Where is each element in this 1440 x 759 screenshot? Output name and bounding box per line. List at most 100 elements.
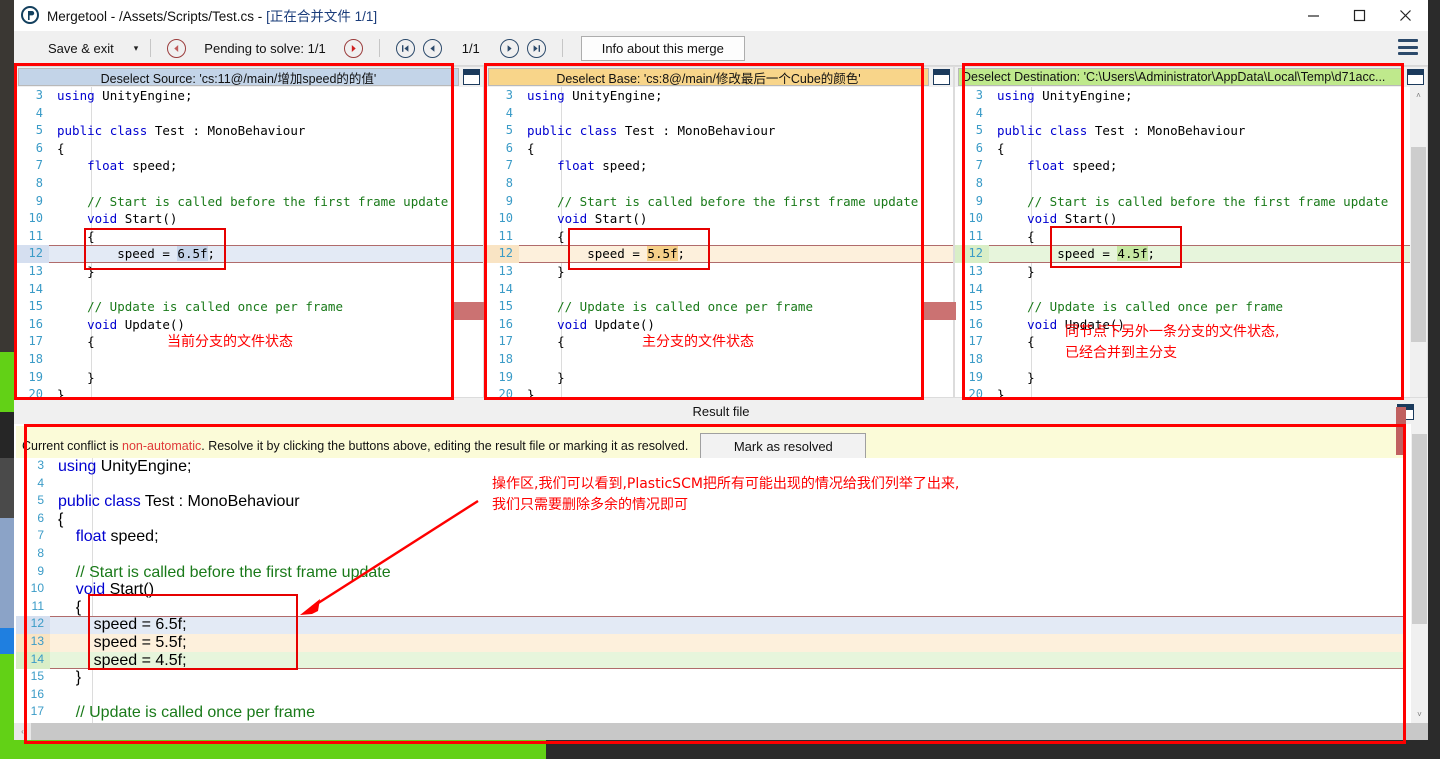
line-number: 13 <box>968 263 983 278</box>
code-line[interactable]: 19 } <box>485 369 953 387</box>
code-line[interactable]: 11 { <box>15 228 483 246</box>
scrollbar-thumb[interactable] <box>1411 147 1426 342</box>
line-number: 19 <box>28 369 43 384</box>
deselect-source-button[interactable]: Deselect Source: 'cs:11@/main/增加speed的的值… <box>18 68 459 86</box>
code-line[interactable]: 18 <box>15 351 483 369</box>
code-line[interactable]: 13 } <box>485 263 953 281</box>
code-line[interactable]: 19 } <box>15 369 483 387</box>
line-text: { <box>997 228 1035 244</box>
result-vertical-scrollbar[interactable]: ˅ <box>1411 424 1428 723</box>
code-line[interactable]: 14 <box>15 281 483 299</box>
code-line[interactable]: 14 speed = 4.5f; <box>16 651 1406 670</box>
code-line[interactable]: 14 <box>485 281 953 299</box>
code-line[interactable]: 4 <box>15 105 483 123</box>
code-line[interactable]: 20} <box>15 386 483 397</box>
scrollbar-thumb[interactable] <box>1412 434 1427 624</box>
code-line[interactable]: 4 <box>955 105 1427 123</box>
maximize-button[interactable] <box>1336 0 1382 31</box>
code-line[interactable]: 10 void Start() <box>16 581 1406 599</box>
code-line[interactable]: 9 // Start is called before the first fr… <box>955 193 1427 211</box>
code-line[interactable]: 16 void Update() <box>485 316 953 334</box>
last-file-icon[interactable] <box>526 38 546 58</box>
close-button[interactable] <box>1382 0 1428 31</box>
line-number: 14 <box>28 281 43 296</box>
code-line[interactable]: 8 <box>485 175 953 193</box>
window-controls <box>1290 0 1428 31</box>
maximize-pane-icon[interactable] <box>463 69 480 85</box>
code-line[interactable]: 11 { <box>485 228 953 246</box>
mark-as-resolved-button[interactable]: Mark as resolved <box>700 433 867 459</box>
line-text: } <box>997 369 1035 385</box>
code-line[interactable]: 3 using UnityEngine; <box>485 87 953 105</box>
code-line[interactable]: 3 using UnityEngine; <box>16 458 1406 476</box>
code-line[interactable]: 11 { <box>955 228 1427 246</box>
code-line[interactable]: 15 } <box>16 669 1406 687</box>
code-line[interactable]: 20} <box>955 386 1427 397</box>
code-line[interactable]: 6{ <box>955 140 1427 158</box>
code-line[interactable]: 12 speed = 6.5f; <box>16 616 1406 634</box>
scroll-up-arrow-icon[interactable]: ˄ <box>1410 87 1427 104</box>
scroll-left-arrow-icon[interactable]: ‹ <box>14 723 31 740</box>
code-line[interactable]: 18 <box>485 351 953 369</box>
code-line[interactable]: 20} <box>485 386 953 397</box>
code-line[interactable]: 7 float speed; <box>15 157 483 175</box>
code-line[interactable]: 16 void Update() <box>15 316 483 334</box>
prev-file-icon[interactable] <box>422 38 442 58</box>
minimize-button[interactable] <box>1290 0 1336 31</box>
deselect-base-button[interactable]: Deselect Base: 'cs:8@/main/修改最后一个Cube的颜色… <box>488 68 929 86</box>
code-line[interactable]: 13 } <box>15 263 483 281</box>
code-line[interactable]: 15 // Update is called once per frame <box>485 298 953 316</box>
code-line[interactable]: 19 } <box>955 369 1427 387</box>
code-line[interactable]: 8 <box>955 175 1427 193</box>
code-line[interactable]: 3 using UnityEngine; <box>955 87 1427 105</box>
code-line[interactable]: 7 float speed; <box>955 157 1427 175</box>
prev-conflict-icon[interactable] <box>167 38 187 58</box>
code-line[interactable]: 9 // Start is called before the first fr… <box>16 564 1406 582</box>
next-conflict-icon[interactable] <box>343 38 363 58</box>
code-line[interactable]: 8 <box>16 546 1406 564</box>
code-line[interactable]: 8 <box>15 175 483 193</box>
code-line[interactable]: 9 // Start is called before the first fr… <box>485 193 953 211</box>
code-line[interactable]: 12 speed = 5.5f; <box>485 245 953 263</box>
code-line[interactable]: 13 } <box>955 263 1427 281</box>
code-line[interactable]: 15 // Update is called once per frame <box>955 298 1427 316</box>
save-and-exit-button[interactable]: Save & exit <box>42 37 120 60</box>
code-line[interactable]: 13 speed = 5.5f; <box>16 633 1406 652</box>
code-line[interactable]: 14 <box>955 281 1427 299</box>
next-file-icon[interactable] <box>499 38 519 58</box>
result-horizontal-scrollbar[interactable]: ‹ <box>14 723 1428 740</box>
hamburger-menu-icon[interactable] <box>1398 39 1418 55</box>
scroll-down-arrow-icon[interactable]: ˅ <box>1411 706 1428 723</box>
code-line[interactable]: 16 <box>16 687 1406 705</box>
code-line[interactable]: 15 // Update is called once per frame <box>15 298 483 316</box>
code-line[interactable]: 4 <box>485 105 953 123</box>
code-line[interactable]: 6{ <box>15 140 483 158</box>
maximize-pane-icon[interactable] <box>933 69 950 85</box>
code-line[interactable]: 7 float speed; <box>16 528 1406 546</box>
code-line[interactable]: 10 void Start() <box>15 210 483 228</box>
panes-vertical-scrollbar[interactable]: ˄ <box>1410 87 1427 397</box>
code-line[interactable]: 10 void Start() <box>955 210 1427 228</box>
line-text <box>49 175 65 193</box>
title-bar: Mergetool - /Assets/Scripts/Test.cs - [正… <box>14 0 1428 31</box>
maximize-pane-icon[interactable] <box>1407 69 1424 85</box>
deselect-destination-button[interactable]: Deselect Destination: 'C:\Users\Administ… <box>958 68 1403 86</box>
code-line[interactable]: 12 speed = 4.5f; <box>955 245 1427 263</box>
code-line[interactable]: 3 using UnityEngine; <box>15 87 483 105</box>
code-line[interactable]: 9 // Start is called before the first fr… <box>15 193 483 211</box>
code-line[interactable]: 10 void Start() <box>485 210 953 228</box>
code-line[interactable]: 6{ <box>485 140 953 158</box>
code-line[interactable]: 7 float speed; <box>485 157 953 175</box>
line-number: 13 <box>16 633 50 652</box>
code-line[interactable]: 5 public class Test : MonoBehaviour <box>15 122 483 140</box>
line-text: // Update is called once per frame <box>997 299 1283 315</box>
info-about-merge-button[interactable]: Info about this merge <box>580 35 745 61</box>
code-line[interactable]: 17 // Update is called once per frame <box>16 704 1406 722</box>
code-line[interactable]: 11 { <box>16 599 1406 617</box>
code-line[interactable]: 5 public class Test : MonoBehaviour <box>485 122 953 140</box>
save-dropdown-caret-icon[interactable]: ▾ <box>134 43 139 54</box>
code-line[interactable]: 12 speed = 6.5f; <box>15 245 483 263</box>
conflict-suffix: . Resolve it by clicking the buttons abo… <box>201 439 689 453</box>
code-line[interactable]: 5 public class Test : MonoBehaviour <box>955 122 1427 140</box>
first-file-icon[interactable] <box>395 38 415 58</box>
